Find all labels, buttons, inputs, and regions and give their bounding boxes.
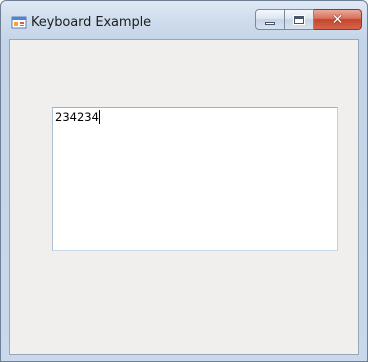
- close-icon: ✕: [331, 11, 344, 28]
- minimize-button[interactable]: [255, 9, 285, 30]
- text-input[interactable]: 234234: [52, 107, 338, 251]
- minimize-icon: [265, 21, 275, 25]
- client-area: 234234: [9, 39, 359, 355]
- title-bar[interactable]: Keyboard Example ✕: [1, 1, 367, 39]
- caption-buttons: ✕: [255, 9, 362, 30]
- app-icon[interactable]: [11, 14, 27, 30]
- window-title: Keyboard Example: [31, 15, 152, 30]
- application-window: Keyboard Example ✕ 234234: [0, 0, 368, 362]
- text-caret: [98, 110, 100, 124]
- maximize-button[interactable]: [285, 9, 314, 30]
- close-button[interactable]: ✕: [314, 9, 362, 30]
- text-input-value: 234234: [55, 110, 99, 124]
- maximize-icon: [293, 14, 305, 25]
